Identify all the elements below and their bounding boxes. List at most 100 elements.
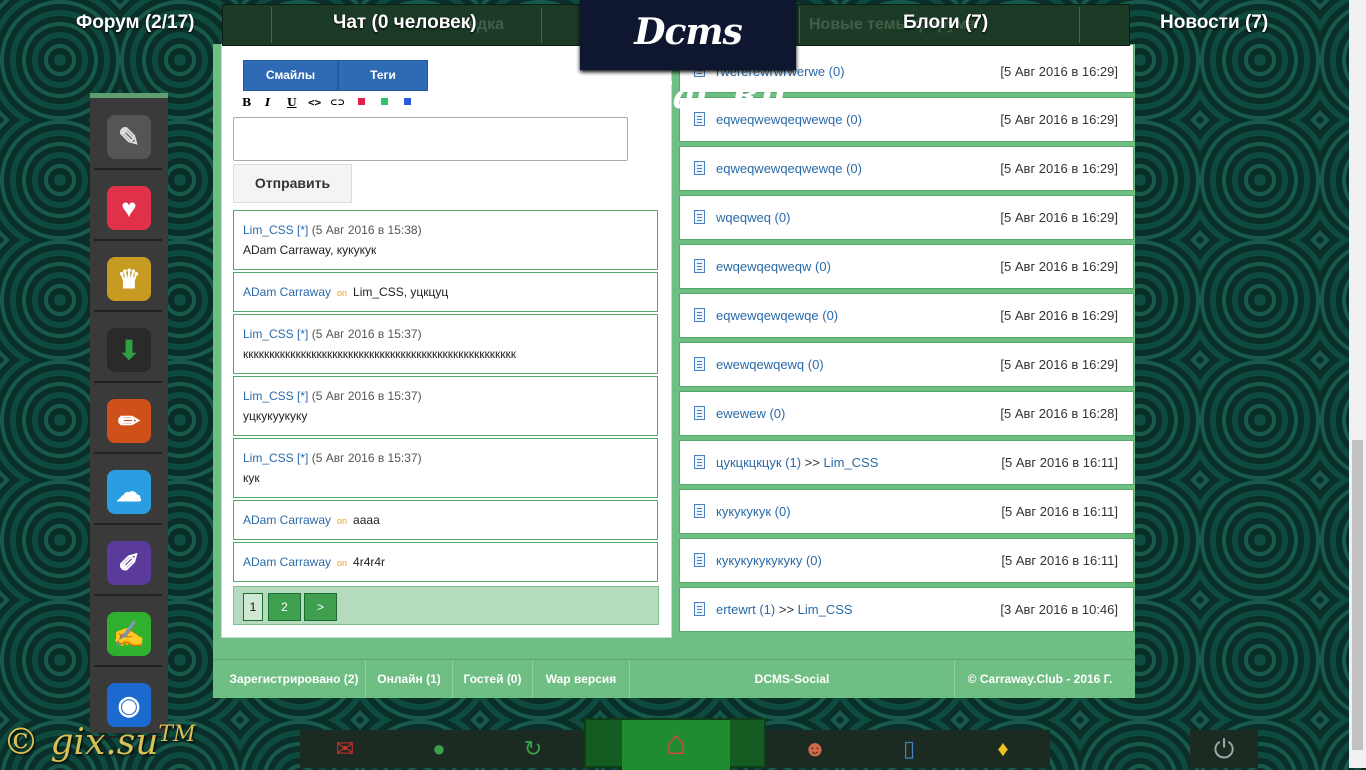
message-mark[interactable]: [*] <box>297 223 308 237</box>
topic-link[interactable]: ewqewqeqweqw (0) <box>716 259 831 274</box>
message-timestamp: (5 Авг 2016 в 15:38) <box>311 223 422 237</box>
footer: Зарегистрировано (2) Онлайн (1) Гостей (… <box>213 659 1135 698</box>
dock-item[interactable]: ⬇ <box>94 315 162 383</box>
edit-box-icon[interactable]: ✐ <box>107 541 151 585</box>
topic-date: [5 Авг 2016 в 16:29] <box>1000 308 1118 323</box>
message-textarea[interactable] <box>233 117 628 161</box>
nav-chat-link[interactable]: Чат (0 человек) <box>333 12 477 34</box>
topic-link[interactable]: ertewrt (1) <box>716 602 775 617</box>
topic-author-link[interactable]: Lim_CSS <box>798 602 853 617</box>
download-icon[interactable]: ⬇ <box>107 328 151 372</box>
dock-item[interactable]: ✍ <box>94 599 162 667</box>
topic-title: ertewrt (1) >> Lim_CSS <box>716 602 853 617</box>
message-text: ADam Carraway, кукукук <box>243 243 377 257</box>
topic-date: [5 Авг 2016 в 16:29] <box>1000 210 1118 225</box>
topic-title: цукцкцкцук (1) >> Lim_CSS <box>716 455 878 470</box>
topic-date: [5 Авг 2016 в 16:28] <box>1000 406 1118 421</box>
topic-link[interactable]: eqweqwewqeqwewqe (0) <box>716 161 862 176</box>
topic-link[interactable]: ewewew (0) <box>716 406 785 421</box>
underline-button[interactable]: U <box>287 96 297 109</box>
scrollbar-thumb[interactable] <box>1352 440 1363 750</box>
notepad-icon[interactable]: ✍ <box>107 612 151 656</box>
dock-item[interactable]: ✏ <box>94 386 162 454</box>
trophy-icon[interactable]: ♛ <box>107 257 151 301</box>
topic-link[interactable]: цукцкцкцук (1) <box>716 455 801 470</box>
red-color-button[interactable] <box>358 98 365 105</box>
message-mark[interactable]: [*] <box>297 451 308 465</box>
camera-icon[interactable]: ◉ <box>107 683 151 727</box>
topic-row: eqweqwewqeqwewqe (0) [5 Авг 2016 в 16:29] <box>679 146 1134 191</box>
blue-color-button[interactable] <box>404 98 411 105</box>
message-author-link[interactable]: Lim_CSS <box>243 327 294 341</box>
home-button[interactable]: ⌂ <box>584 718 766 770</box>
dock-item[interactable]: ✎ <box>94 102 162 170</box>
green-color-button[interactable] <box>381 98 388 105</box>
topic-author-link[interactable]: Lim_CSS <box>823 455 878 470</box>
message-header: Lim_CSS [*] (5 Авг 2016 в 15:37) <box>243 327 422 341</box>
pencil-icon[interactable]: ✏ <box>107 399 151 443</box>
topic-link[interactable]: кукукукук (0) <box>716 504 791 519</box>
page-2-button[interactable]: 2 <box>268 593 301 621</box>
chat-message: кук Lim_CSS [*] (5 Авг 2016 в 15:37) <box>233 438 658 498</box>
document-icon <box>694 602 705 616</box>
topic-row: wqeqweq (0) [5 Авг 2016 в 16:29] <box>679 195 1134 240</box>
footer-registered-link[interactable]: Зарегистрировано (2) <box>223 660 365 698</box>
topic-title: кукукукук (0) <box>716 504 791 519</box>
message-author-link[interactable]: Lim_CSS <box>243 389 294 403</box>
topic-link[interactable]: wqeqweq (0) <box>716 210 790 225</box>
bold-button[interactable]: B <box>242 96 251 109</box>
topic-link[interactable]: ewewqewqewq (0) <box>716 357 824 372</box>
nav-news-link[interactable]: Новости (7) <box>1160 12 1268 34</box>
message-author-link[interactable]: ADam Carraway <box>243 555 331 569</box>
globe-icon[interactable]: ● <box>421 734 457 764</box>
chat-message: ADam Carraway, кукукук Lim_CSS [*] (5 Авг… <box>233 210 658 270</box>
users-icon[interactable]: ☻ <box>797 734 833 764</box>
send-button[interactable]: Отправить <box>233 164 352 203</box>
topic-title: ewewew (0) <box>716 406 785 421</box>
refresh-icon[interactable]: ↻ <box>515 734 551 764</box>
message-author-link[interactable]: ADam Carraway <box>243 513 331 527</box>
chat-bubbles-icon[interactable]: ☁ <box>107 470 151 514</box>
bell-icon[interactable]: ♦ <box>985 734 1021 764</box>
message-header: Lim_CSS [*] (5 Авг 2016 в 15:37) <box>243 389 422 403</box>
document-icon <box>694 357 705 371</box>
nav-forum-link[interactable]: Форум (2/17) <box>76 12 194 34</box>
left-dock: ✎ ♥ ♛ ⬇ ✏ ☁ ✐ ✍ ◉ <box>90 93 168 738</box>
home-icon[interactable]: ⌂ <box>622 720 730 770</box>
pen-icon[interactable]: ✎ <box>107 115 151 159</box>
footer-engine-link[interactable]: DCMS-Social <box>630 660 954 698</box>
message-author-link[interactable]: Lim_CSS <box>243 223 294 237</box>
topic-date: [3 Авг 2016 в 10:46] <box>1000 602 1118 617</box>
message-author-link[interactable]: ADam Carraway <box>243 285 331 299</box>
mail-icon[interactable]: ✉ <box>327 734 363 764</box>
dock-item[interactable]: ♛ <box>94 244 162 312</box>
document-icon[interactable]: ▯ <box>891 734 927 764</box>
power-icon[interactable]: ⏻ <box>1190 730 1258 768</box>
dock-item[interactable]: ♥ <box>94 173 162 241</box>
chat-message: уцкукуукуку Lim_CSS [*] (5 Авг 2016 в 15:… <box>233 376 658 436</box>
footer-online-link[interactable]: Онлайн (1) <box>366 660 452 698</box>
topics-column: rwererewrwrwerwe (0)[5 Авг 2016 в 16:29]… <box>679 44 1135 636</box>
message-text: кук <box>243 471 260 485</box>
smiles-button[interactable]: Смайлы <box>243 60 338 91</box>
topic-link[interactable]: кукукукукукуку (0) <box>716 553 822 568</box>
footer-guests-link[interactable]: Гостей (0) <box>453 660 532 698</box>
nav-blogs-link[interactable]: Блоги (7) <box>903 12 988 34</box>
message-author-link[interactable]: Lim_CSS <box>243 451 294 465</box>
italic-button[interactable]: I <box>265 96 270 109</box>
topic-link[interactable]: eqwewqewqewqe (0) <box>716 308 838 323</box>
dock-item[interactable]: ☁ <box>94 457 162 525</box>
topic-title: eqwewqewqewqe (0) <box>716 308 838 323</box>
dock-item[interactable]: ✐ <box>94 528 162 596</box>
page-next-button[interactable]: > <box>304 593 337 621</box>
footer-wap-link[interactable]: Wap версия <box>533 660 629 698</box>
message-mark[interactable]: [*] <box>297 327 308 341</box>
heart-icon[interactable]: ♥ <box>107 186 151 230</box>
page-current: 1 <box>243 593 263 621</box>
tags-button[interactable]: Теги <box>338 60 428 91</box>
code-button[interactable]: <> <box>308 96 321 109</box>
message-header: Lim_CSS [*] (5 Авг 2016 в 15:38) <box>243 223 422 237</box>
site-logo[interactable]: Dcms Social .Ru <box>580 0 796 117</box>
link-button[interactable]: ⊂⊃ <box>330 98 345 108</box>
message-mark[interactable]: [*] <box>297 389 308 403</box>
